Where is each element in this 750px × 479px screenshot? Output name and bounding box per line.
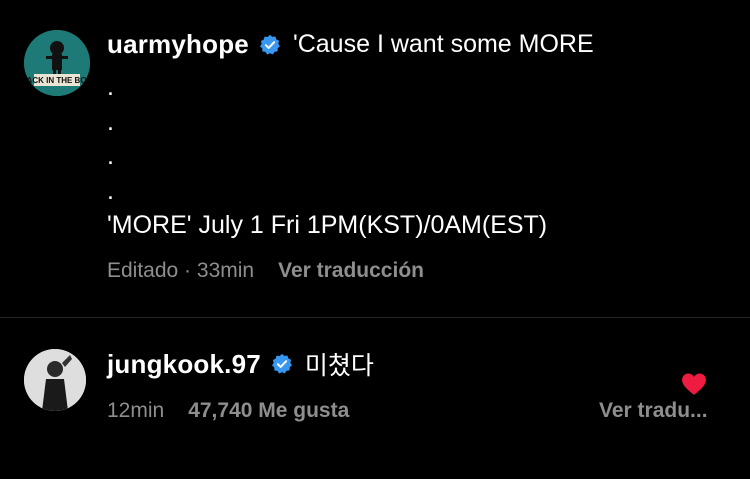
comment-see-translation-button[interactable]: Ver tradu... xyxy=(599,399,708,423)
comment: jungkook.97 미쳤다 12min 47,740 Me gusta Ve… xyxy=(0,318,750,479)
comment-username[interactable]: jungkook.97 xyxy=(107,349,261,380)
caption-dot: . xyxy=(107,73,114,101)
verified-badge-icon xyxy=(259,34,281,56)
caption-first-line: 'Cause I want some MORE xyxy=(292,30,594,58)
avatar-image xyxy=(24,349,86,411)
post-meta: Editado · 33min Ver traducción xyxy=(107,259,424,283)
caption-dot: . xyxy=(107,176,114,205)
verified-badge-icon xyxy=(271,353,293,375)
caption-body: . . . . 'MORE' July 1 Fri 1PM(KST)/0AM(E… xyxy=(107,70,547,243)
caption-last-line: 'MORE' July 1 Fri 1PM(KST)/0AM(EST) xyxy=(107,211,548,239)
comment-likes-button[interactable]: 47,740 Me gusta xyxy=(188,399,349,423)
comment-header: jungkook.97 미쳤다 xyxy=(107,346,374,382)
comment-time: 12min xyxy=(107,399,165,422)
avatar-image: JACK IN THE BOX xyxy=(24,30,90,96)
caption-dot: . xyxy=(107,107,114,136)
post-username[interactable]: uarmyhope xyxy=(107,29,249,60)
heart-filled-icon[interactable] xyxy=(681,372,707,396)
caption-dot: . xyxy=(107,142,114,170)
edited-label: Editado · 33min xyxy=(107,259,255,282)
avatar-logo-text: JACK IN THE BOX xyxy=(24,76,90,85)
comment-text: 미쳤다 xyxy=(304,352,374,380)
comment-meta: 12min 47,740 Me gusta xyxy=(107,399,349,423)
post-caption: JACK IN THE BOX uarmyhope 'Cause I want … xyxy=(0,0,750,318)
jungkook-avatar[interactable] xyxy=(24,349,86,411)
post-header: uarmyhope 'Cause I want some MORE xyxy=(107,29,594,60)
uarmyhope-avatar[interactable]: JACK IN THE BOX xyxy=(24,30,90,96)
see-translation-button[interactable]: Ver traducción xyxy=(278,259,424,283)
